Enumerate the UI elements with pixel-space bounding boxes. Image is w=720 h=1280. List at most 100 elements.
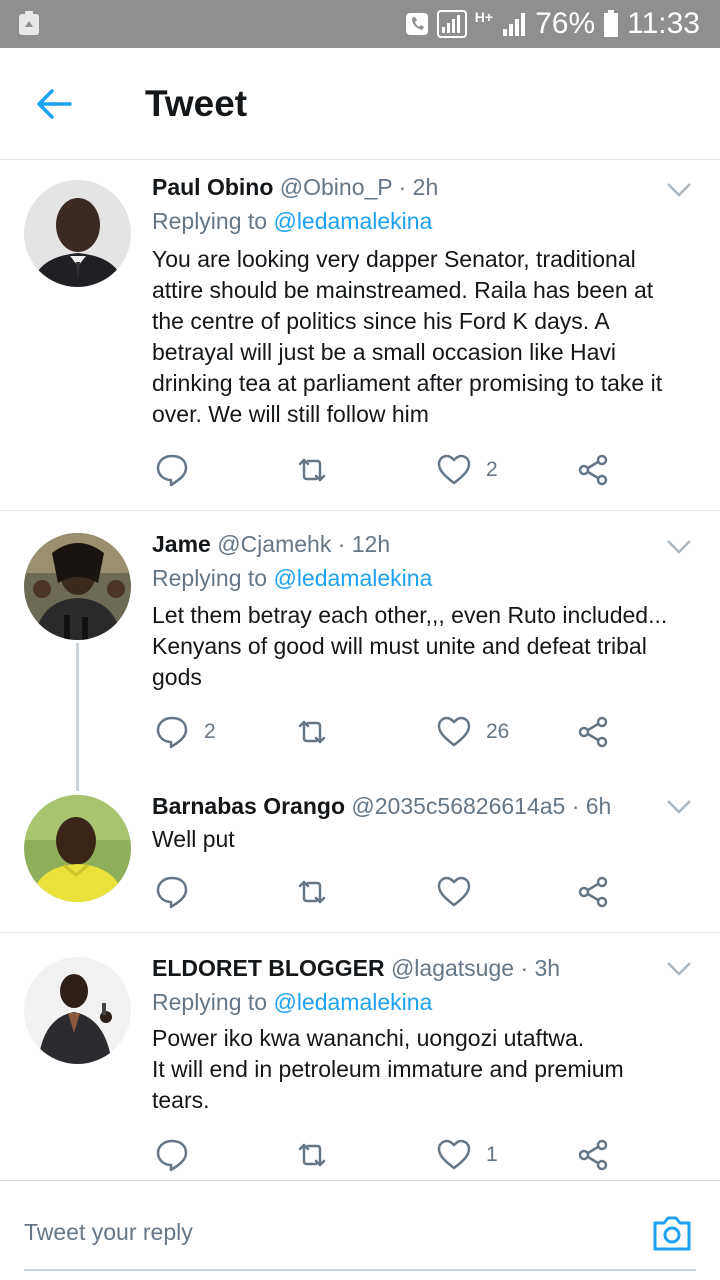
reply-button[interactable] — [154, 450, 204, 490]
author-handle: @lagatsuge · 3h — [390, 955, 561, 981]
tweet-actions: 1 — [152, 1135, 622, 1175]
reply-button[interactable]: 2 — [154, 712, 216, 752]
tweet-text-line: Power iko kwa wananchi, uongozi utaftwa. — [152, 1025, 585, 1051]
phone-call-icon — [405, 13, 428, 35]
share-button[interactable] — [576, 872, 612, 912]
reply-icon — [156, 1139, 188, 1172]
tweet-jame[interactable]: Jame @Cjamehk · 12h Replying to @ledamal… — [0, 511, 720, 771]
like-button[interactable]: 2 — [436, 450, 498, 490]
network-type-label: H+ — [474, 9, 494, 25]
tweet-text-line: tears. — [152, 1087, 210, 1113]
like-button[interactable] — [436, 872, 486, 912]
tweet-text-line: You are looking very dapper Senator, tra… — [152, 246, 636, 272]
tweet-barnabas-orango[interactable]: Barnabas Orango @2035c56826614a5 · 6h We… — [0, 771, 720, 932]
status-bar: H+ 76% 11:33 — [0, 0, 720, 48]
like-count: 26 — [486, 720, 510, 743]
retweet-button[interactable] — [294, 872, 344, 912]
camera-icon[interactable] — [650, 1211, 694, 1255]
avatar[interactable] — [24, 795, 131, 902]
replying-to: Replying to @ledamalekina — [152, 989, 432, 1016]
retweet-icon — [298, 458, 326, 482]
author-handle: @Obino_P · 2h — [279, 174, 439, 200]
tweet-paul-obino[interactable]: Paul Obino @Obino_P · 2h Replying to @le… — [0, 160, 720, 510]
signal-strength-icon — [503, 13, 526, 36]
mention-link[interactable]: @ledamalekina — [273, 989, 432, 1015]
reply-button[interactable] — [154, 872, 204, 912]
replying-prefix: Replying to — [152, 989, 268, 1015]
retweet-icon — [298, 720, 326, 744]
author-name[interactable]: Jame — [152, 531, 211, 557]
tweet-text: You are looking very dapper Senator, tra… — [152, 244, 700, 430]
share-icon — [578, 876, 608, 908]
tweet-text-line: the centre of politics since his Ford K … — [152, 308, 610, 334]
back-arrow-icon[interactable] — [34, 84, 74, 124]
avatar[interactable] — [24, 180, 131, 287]
share-button[interactable] — [576, 450, 612, 490]
like-count: 2 — [486, 458, 498, 481]
author-handle: @Cjamehk · 12h — [217, 531, 391, 557]
reply-icon — [156, 454, 188, 487]
page-title: Tweet — [145, 83, 248, 124]
reply-input[interactable]: Tweet your reply — [24, 1219, 193, 1246]
heart-icon — [437, 876, 471, 907]
retweet-button[interactable] — [294, 712, 344, 752]
tweet-text-line: attire should be mainstreamed. Raila has… — [152, 277, 654, 303]
tweet-text-line: gods — [152, 664, 202, 690]
author-handle: @2035c56826614a5 · 6h — [351, 793, 612, 819]
retweet-icon — [298, 1143, 326, 1167]
share-button[interactable] — [576, 712, 612, 752]
tweet-text-line: Let them betray each other,,, even Ruto … — [152, 602, 668, 628]
app-bar: Tweet — [0, 48, 720, 160]
like-button[interactable]: 26 — [436, 712, 509, 752]
tweet-actions — [152, 872, 622, 912]
avatar[interactable] — [24, 533, 131, 640]
recycle-notification-icon — [19, 11, 39, 35]
reply-icon — [156, 716, 188, 749]
input-underline — [24, 1269, 696, 1271]
mention-link[interactable]: @ledamalekina — [273, 208, 432, 234]
share-icon — [578, 716, 608, 748]
clock: 11:33 — [627, 7, 700, 40]
replying-prefix: Replying to — [152, 565, 268, 591]
author-name[interactable]: Barnabas Orango — [152, 793, 345, 819]
tweet-text-line: It will end in petroleum immature and pr… — [152, 1056, 624, 1082]
tweet-text-line: drinking tea at parliament after promisi… — [152, 370, 663, 396]
tweet-actions: 2 26 — [152, 712, 622, 752]
tweet-text-line: Well put — [152, 826, 235, 852]
author-name[interactable]: Paul Obino — [152, 174, 273, 200]
retweet-icon — [298, 880, 326, 904]
chevron-down-icon[interactable] — [666, 799, 692, 815]
mention-link[interactable]: @ledamalekina — [273, 565, 432, 591]
retweet-button[interactable] — [294, 450, 344, 490]
heart-icon — [437, 716, 471, 747]
avatar[interactable] — [24, 957, 131, 1064]
retweet-button[interactable] — [294, 1135, 344, 1175]
reply-button[interactable] — [154, 1135, 204, 1175]
tweet-actions: 2 — [152, 450, 622, 490]
heart-icon — [437, 454, 471, 485]
like-button[interactable]: 1 — [436, 1135, 498, 1175]
reply-composer: Tweet your reply — [0, 1180, 720, 1280]
replying-to: Replying to @ledamalekina — [152, 208, 432, 235]
heart-icon — [437, 1139, 471, 1170]
tweet-text-line: over. We will still follow him — [152, 401, 429, 427]
reply-icon — [156, 876, 188, 909]
author-name[interactable]: ELDORET BLOGGER — [152, 955, 385, 981]
chevron-down-icon[interactable] — [666, 182, 692, 198]
tweet-eldoret-blogger[interactable]: ELDORET BLOGGER @lagatsuge · 3h Replying… — [0, 933, 720, 1179]
reply-count: 2 — [204, 720, 216, 743]
share-button[interactable] — [576, 1135, 612, 1175]
battery-percent: 76% — [535, 7, 596, 40]
chevron-down-icon[interactable] — [666, 539, 692, 555]
signal-sim1-icon — [436, 10, 467, 38]
tweet-text-line: Kenyans of good will must unite and defe… — [152, 633, 647, 659]
chevron-down-icon[interactable] — [666, 961, 692, 977]
tweet-text: Let them betray each other,,, even Ruto … — [152, 600, 700, 693]
share-icon — [578, 1139, 608, 1171]
share-icon — [578, 454, 608, 486]
tweet-text: Well put — [152, 824, 700, 855]
battery-icon — [604, 10, 619, 37]
like-count: 1 — [486, 1143, 498, 1166]
tweet-text: Power iko kwa wananchi, uongozi utaftwa.… — [152, 1023, 700, 1116]
replying-to: Replying to @ledamalekina — [152, 565, 432, 592]
